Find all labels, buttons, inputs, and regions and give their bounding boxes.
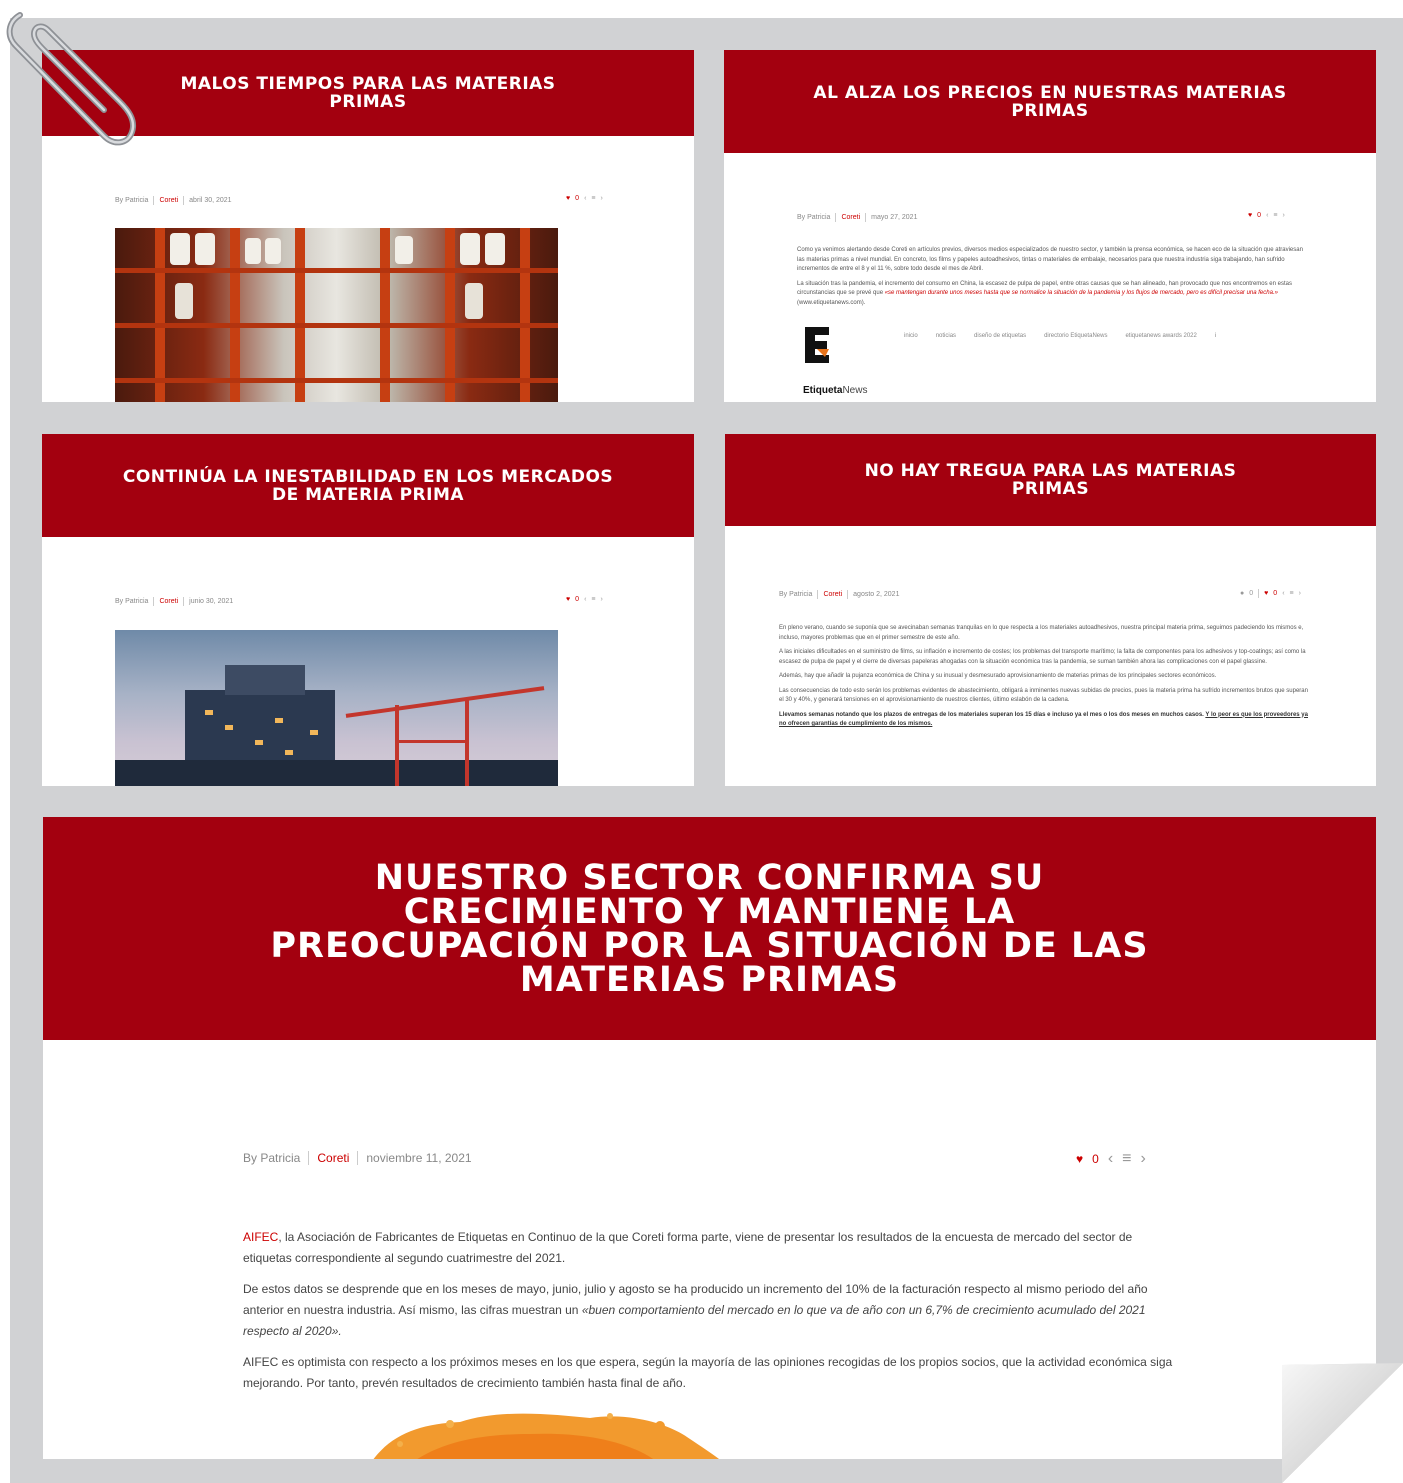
- chevron-left-icon[interactable]: ‹: [584, 195, 586, 202]
- list-icon[interactable]: ≡: [1273, 212, 1277, 219]
- port-cranes-image: [115, 630, 558, 786]
- heart-icon[interactable]: ♥: [566, 596, 570, 603]
- like-count: 0: [1092, 1152, 1099, 1166]
- chevron-right-icon[interactable]: ›: [1283, 212, 1285, 219]
- paragraph: De estos datos se desprende que en los m…: [243, 1282, 1148, 1338]
- paragraph: A las iniciales dificultades en el sumin…: [779, 649, 1306, 665]
- post-date: abril 30, 2021: [189, 197, 232, 204]
- post-actions: ♥ 0 ‹ ≡ ›: [566, 195, 603, 202]
- nav-item[interactable]: diseño de etiquetas: [974, 333, 1026, 339]
- paragraph: AIFEC, la Asociación de Fabricantes de E…: [243, 1230, 1133, 1265]
- paragraph: Además, hay que añadir la pujanza económ…: [779, 673, 1217, 679]
- heart-icon[interactable]: ♥: [566, 195, 570, 202]
- like-count: 0: [1273, 590, 1278, 597]
- nav-item[interactable]: i: [1215, 333, 1216, 339]
- article-body: AIFEC, la Asociación de Fabricantes de E…: [243, 1227, 1178, 1404]
- chevron-left-icon[interactable]: ‹: [1266, 212, 1268, 219]
- feature-article-card: NUESTRO SECTOR CONFIRMA SU CRECIMIENTO Y…: [43, 817, 1376, 1459]
- post-meta: By Patricia Coreti agosto 2, 2021: [779, 590, 899, 599]
- chevron-right-icon[interactable]: ›: [1140, 1150, 1145, 1168]
- post-date: mayo 27, 2021: [871, 214, 918, 221]
- chevron-right-icon[interactable]: ›: [1299, 590, 1301, 597]
- article-title: CONTINÚA LA INESTABILIDAD EN LOS MERCADO…: [42, 434, 694, 537]
- post-date: agosto 2, 2021: [853, 591, 900, 598]
- article-card-2: AL ALZA LOS PRECIOS EN NUESTRAS MATERIAS…: [724, 50, 1376, 402]
- post-date: noviembre 11, 2021: [366, 1151, 472, 1165]
- heart-icon[interactable]: ♥: [1264, 590, 1268, 597]
- heart-icon[interactable]: ♥: [1076, 1152, 1083, 1166]
- post-actions: ● 0 ♥ 0 ‹ ≡ ›: [1240, 589, 1301, 598]
- feature-title: NUESTRO SECTOR CONFIRMA SU CRECIMIENTO Y…: [43, 817, 1376, 1040]
- paragraph: Llevamos semanas notando que los plazos …: [779, 711, 1308, 728]
- article-title: AL ALZA LOS PRECIOS EN NUESTRAS MATERIAS…: [724, 50, 1376, 153]
- post-actions: ♥ 0 ‹ ≡ ›: [1076, 1150, 1146, 1168]
- paragraph: Las consecuencias de todo esto serán los…: [779, 687, 1308, 704]
- author[interactable]: By Patricia: [115, 197, 148, 204]
- list-icon[interactable]: ≡: [591, 596, 595, 603]
- orange-splash-image: [373, 1413, 720, 1459]
- nav-item[interactable]: inicio: [904, 333, 918, 339]
- warehouse-image: [115, 228, 558, 402]
- heart-icon[interactable]: ♥: [1248, 212, 1252, 219]
- chevron-left-icon[interactable]: ‹: [1108, 1150, 1113, 1168]
- post-meta: By Patricia Coreti junio 30, 2021: [115, 597, 233, 606]
- chevron-right-icon[interactable]: ›: [601, 596, 603, 603]
- post-meta: By Patricia Coreti abril 30, 2021: [115, 196, 232, 205]
- paragraph: AIFEC es optimista con respecto a los pr…: [243, 1355, 1173, 1390]
- list-icon[interactable]: ≡: [591, 195, 595, 202]
- category-link[interactable]: Coreti: [317, 1151, 349, 1165]
- post-date: junio 30, 2021: [189, 598, 234, 605]
- article-card-4: NO HAY TREGUA PARA LAS MATERIAS PRIMAS B…: [725, 434, 1376, 786]
- author[interactable]: By Patricia: [779, 591, 812, 598]
- nav-item[interactable]: noticias: [936, 333, 956, 339]
- logo-wordmark: EtiquetaNews: [803, 385, 868, 396]
- article-body: En pleno verano, cuando se suponía que s…: [779, 624, 1311, 735]
- chevron-left-icon[interactable]: ‹: [584, 596, 586, 603]
- post-actions: ♥ 0 ‹ ≡ ›: [1248, 212, 1285, 219]
- article-title: MALOS TIEMPOS PARA LAS MATERIAS PRIMAS: [42, 50, 694, 136]
- like-count: 0: [1257, 212, 1262, 219]
- article-body: Como ya venimos alertando desde Coreti e…: [797, 246, 1305, 313]
- site-nav: inicio noticias diseño de etiquetas dire…: [904, 333, 1216, 339]
- post-meta: By Patricia Coreti mayo 27, 2021: [797, 213, 917, 222]
- paragraph: La situación tras la pandemia, el increm…: [797, 280, 1292, 306]
- list-icon[interactable]: ≡: [1290, 590, 1294, 597]
- etiquetanews-logo-icon: [805, 327, 829, 363]
- article-card-1: MALOS TIEMPOS PARA LAS MATERIAS PRIMAS B…: [42, 50, 694, 402]
- category-link[interactable]: Coreti: [159, 598, 178, 605]
- like-count: 0: [575, 596, 580, 603]
- paragraph: En pleno verano, cuando se suponía que s…: [779, 625, 1304, 641]
- article-card-3: CONTINÚA LA INESTABILIDAD EN LOS MERCADO…: [42, 434, 694, 786]
- category-link[interactable]: Coreti: [841, 214, 860, 221]
- page-curl-icon: [1282, 1363, 1403, 1483]
- author[interactable]: By Patricia: [243, 1151, 300, 1165]
- nav-item[interactable]: directorio EtiquetaNews: [1044, 333, 1107, 339]
- category-link[interactable]: Coreti: [823, 591, 842, 598]
- post-meta: By Patricia Coreti noviembre 11, 2021: [243, 1151, 472, 1165]
- list-icon[interactable]: ≡: [1122, 1150, 1131, 1168]
- nav-item[interactable]: etiquetanews awards 2022: [1125, 333, 1196, 339]
- category-link[interactable]: Coreti: [159, 197, 178, 204]
- like-count: 0: [575, 195, 580, 202]
- post-actions: ♥ 0 ‹ ≡ ›: [566, 596, 603, 603]
- author[interactable]: By Patricia: [797, 214, 830, 221]
- author[interactable]: By Patricia: [115, 598, 148, 605]
- comment-count: 0: [1249, 590, 1254, 597]
- chevron-right-icon[interactable]: ›: [601, 195, 603, 202]
- comment-icon[interactable]: ●: [1240, 590, 1244, 597]
- article-title: NO HAY TREGUA PARA LAS MATERIAS PRIMAS: [725, 434, 1376, 526]
- chevron-left-icon[interactable]: ‹: [1282, 590, 1284, 597]
- aifec-link[interactable]: AIFEC: [243, 1230, 278, 1244]
- paragraph: Como ya venimos alertando desde Coreti e…: [797, 247, 1303, 272]
